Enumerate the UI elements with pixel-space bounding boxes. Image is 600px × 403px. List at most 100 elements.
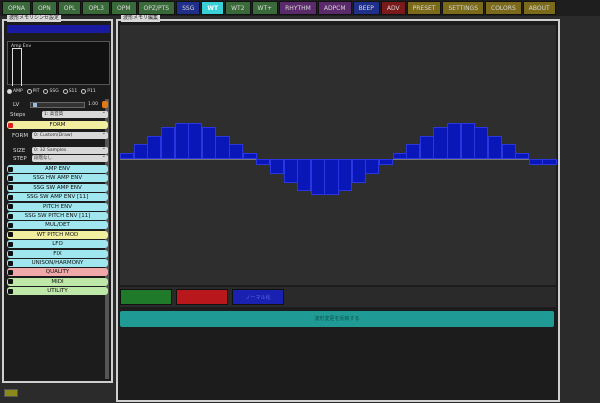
section-quality[interactable]: QUALITY [7, 268, 108, 277]
scope-env-line [12, 48, 22, 86]
tab-beep[interactable]: BEEP [352, 1, 380, 15]
scope-mode-amp[interactable]: AMP [7, 87, 23, 96]
wave-bar[interactable] [419, 135, 434, 159]
tab-about[interactable]: ABOUT [522, 1, 556, 15]
wave-bar[interactable] [215, 135, 230, 159]
form-section-header[interactable]: FORM [7, 121, 108, 129]
wave-bar[interactable] [474, 126, 489, 159]
section-led [8, 288, 13, 294]
wave-bar[interactable] [283, 159, 298, 183]
wave-bar[interactable] [528, 159, 543, 166]
wave-bar[interactable] [188, 122, 203, 159]
radio-icon[interactable] [43, 89, 49, 94]
section-mul-det[interactable]: MUL/DET [7, 221, 108, 230]
wave-bar[interactable] [487, 135, 502, 159]
section-ssg-hw-amp-env[interactable]: SSG HW AMP ENV [7, 174, 108, 183]
section-wt-pitch-mod[interactable]: WT PITCH MOD [7, 230, 108, 239]
section-label: AMP ENV [45, 166, 70, 172]
form-select[interactable]: 0: Custom(Draw) [32, 130, 108, 139]
wave-bar[interactable] [174, 122, 189, 159]
scope-mode-ssg[interactable]: SSG [43, 87, 59, 96]
tab-wt[interactable]: WT [201, 1, 225, 15]
apply-wave-button[interactable]: 波形変更を反映する [120, 311, 554, 327]
section-amp-env[interactable]: AMP ENV [7, 165, 108, 173]
tab-opz-pts[interactable]: OPZ/PTS [137, 1, 176, 15]
wave-bar[interactable] [256, 159, 271, 166]
section-label: UNISON/HARMONY [31, 260, 84, 266]
section-label: WT PITCH MOD [36, 231, 79, 238]
wave-bar[interactable] [310, 159, 325, 196]
tab-colors[interactable]: COLORS [485, 1, 522, 15]
wave-bar[interactable] [460, 122, 475, 159]
section-fix[interactable]: FIX [7, 249, 108, 258]
scope-mode-label: PIT [32, 89, 40, 94]
tab-opna[interactable]: OPNA [2, 1, 31, 15]
tab-ssg[interactable]: SSG [176, 1, 201, 15]
wave-bar[interactable] [242, 152, 257, 159]
radio-icon[interactable] [81, 89, 87, 94]
wave-bar[interactable] [501, 144, 516, 159]
tab-adpcm[interactable]: ADPCM [317, 1, 352, 15]
section-ssg-sw-amp-env[interactable]: SSG SW AMP ENV [7, 183, 108, 192]
wave-bar[interactable] [447, 122, 462, 159]
tab-wt2[interactable]: WT2 [225, 1, 251, 15]
wave-bar[interactable] [269, 159, 284, 174]
wave-bar[interactable] [406, 144, 421, 159]
red-action-button[interactable] [176, 289, 228, 305]
scope-mode-s11[interactable]: S11 [62, 87, 77, 96]
tab-rhythm[interactable]: RHYTHM [279, 1, 317, 15]
wave-bar[interactable] [147, 135, 162, 159]
lv-slider-thumb[interactable] [33, 103, 37, 107]
section-led [8, 194, 13, 200]
radio-icon[interactable] [62, 89, 68, 94]
left-scrollbar[interactable] [105, 99, 109, 379]
radio-icon[interactable] [26, 89, 32, 94]
wave-bar[interactable] [324, 159, 339, 196]
tab-settings[interactable]: SETTINGS [442, 1, 485, 15]
section-lfo[interactable]: LFO [7, 240, 108, 249]
wave-bar[interactable] [229, 144, 244, 159]
tab-opn[interactable]: OPN [31, 1, 57, 15]
section-led [8, 232, 13, 238]
tab-wt-[interactable]: WT+ [251, 1, 279, 15]
green-action-button[interactable] [120, 289, 172, 305]
scope-mode-p11[interactable]: P11 [81, 87, 96, 96]
section-label: FIX [53, 250, 62, 257]
wave-bar[interactable] [160, 126, 175, 159]
section-ssg-sw-pitch-env-11[interactable]: SSG SW PITCH ENV [11] [7, 212, 108, 220]
wave-bar[interactable] [201, 126, 216, 159]
section-midi[interactable]: MIDI [7, 277, 108, 286]
section-unison-harmony[interactable]: UNISON/HARMONY [7, 259, 108, 267]
wave-bar[interactable] [338, 159, 353, 192]
wave-bar[interactable] [351, 159, 366, 183]
tab-opl3[interactable]: OPL3 [82, 1, 110, 15]
tab-adv[interactable]: ADV [380, 1, 406, 15]
lv-slider[interactable] [30, 102, 85, 108]
section-led [8, 222, 13, 228]
wave-bar[interactable] [133, 144, 148, 159]
waveform-canvas[interactable] [120, 25, 557, 285]
wave-bar[interactable] [365, 159, 380, 174]
tab-opl[interactable]: OPL [57, 1, 82, 15]
steps-select[interactable]: 1: 高音質 [42, 109, 108, 118]
wave-bar[interactable] [515, 152, 530, 159]
section-utility[interactable]: UTILITY [7, 287, 108, 296]
wave-bar[interactable] [120, 152, 135, 159]
lv-reset-button[interactable] [102, 101, 108, 108]
button-label: ノーマル化 [245, 295, 271, 301]
normalize-button[interactable]: ノーマル化 [232, 289, 284, 305]
wave-bar[interactable] [392, 152, 407, 159]
tab-preset[interactable]: PRESET [406, 1, 442, 15]
wave-bar[interactable] [542, 159, 557, 166]
step-select[interactable]: 段階なし [32, 153, 108, 162]
wave-bar[interactable] [378, 159, 393, 166]
radio-icon[interactable] [7, 89, 12, 94]
tab-opm[interactable]: OPM [110, 1, 137, 15]
size-select[interactable]: 0: 32 Samples [32, 145, 108, 154]
wave-bar[interactable] [297, 159, 312, 192]
scope-mode-pit[interactable]: PIT [26, 87, 40, 96]
section-ssg-sw-amp-env-11[interactable]: SSG SW AMP ENV [11] [7, 193, 108, 202]
section-pitch-env[interactable]: PITCH ENV [7, 202, 108, 211]
tab-bar: OPNA OPN OPL OPL3 OPM OPZ/PTS SSG WT WT2 WT+ RHYTH… [0, 0, 600, 16]
wave-bar[interactable] [433, 126, 448, 159]
